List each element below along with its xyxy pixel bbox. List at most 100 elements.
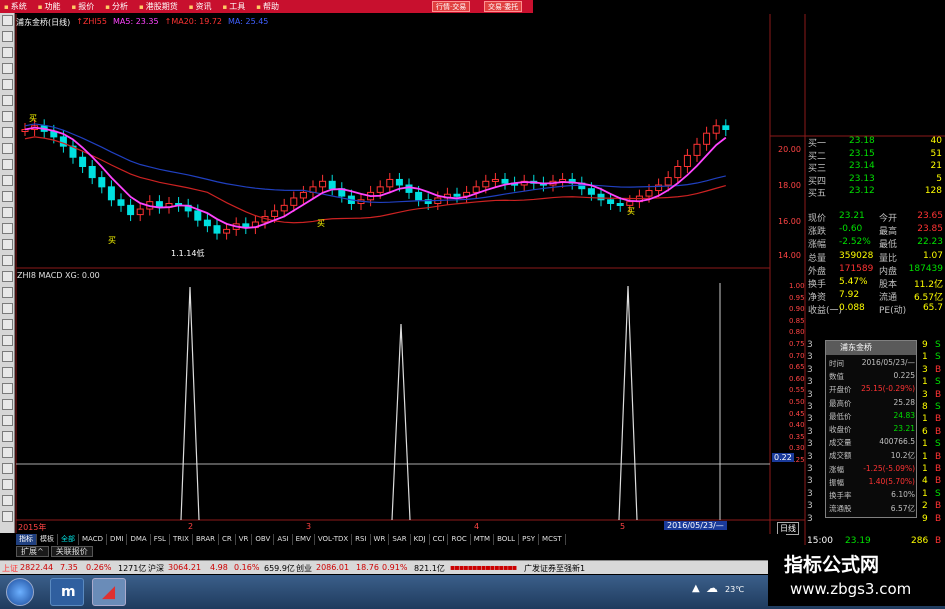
indicator-tab-模板[interactable]: 模板 xyxy=(37,534,58,545)
tick-cell: 8 xyxy=(922,402,928,412)
quote-row: 涨幅 -2.52% 最低 22.23 xyxy=(805,237,945,250)
order-book-row[interactable]: 买一 23.18 40 xyxy=(805,136,945,149)
indicator-tabs: 指标 模板 全部 MACD DMI DMA FSL TRIX BRAR CR VR OBV ASI EMV… xyxy=(16,534,786,545)
taskbar-app-stock-icon[interactable]: ◢ xyxy=(92,578,126,606)
indicator-tab-roc[interactable]: ROC xyxy=(448,534,471,545)
hs-label: 沪深 xyxy=(148,564,164,573)
hs-percent: 0.16% xyxy=(234,563,260,572)
candle-body xyxy=(194,210,202,221)
indicator-tab-指标[interactable]: 指标 xyxy=(16,534,37,545)
tick-cell: B xyxy=(935,451,942,462)
sh-value: 2822.44 xyxy=(20,563,54,572)
candle-body xyxy=(203,219,211,227)
indicator-tab-boll[interactable]: BOLL xyxy=(494,534,520,545)
indicator-tab-dmi[interactable]: DMI xyxy=(107,534,128,545)
quote-label: PE(动) xyxy=(879,306,907,317)
tick-cell: 3 xyxy=(807,451,813,462)
tick-cell: S xyxy=(935,488,941,499)
tick-cell: B xyxy=(935,464,942,474)
indicator-tab-vol-tdx[interactable]: VOL-TDX xyxy=(315,534,353,545)
quote-label: 今开 xyxy=(879,214,898,224)
quote-row: 涨跌 -0.60 最高 23.85 xyxy=(805,224,945,237)
tick-cell: 1 xyxy=(922,451,928,462)
popup-title[interactable]: 浦东金桥 xyxy=(826,341,916,355)
candlestick-series xyxy=(21,119,730,240)
indicator-tab-cci[interactable]: CCI xyxy=(430,534,449,545)
indicator-tab-asi[interactable]: ASI xyxy=(274,534,293,545)
tab-related-quote[interactable]: 关联报价 xyxy=(50,546,93,557)
candle-body xyxy=(136,208,144,216)
indicator-tab-wr[interactable]: WR xyxy=(371,534,390,545)
tab-extend[interactable]: 扩展^ xyxy=(16,546,49,557)
buy-annotation: 买 xyxy=(29,114,37,123)
popup-value: 24.83 xyxy=(893,410,915,420)
candle-body xyxy=(271,210,279,217)
quote-label: 外盘 xyxy=(808,266,827,277)
weather-cloud-icon[interactable]: ☁ xyxy=(706,581,718,595)
indicator-tab-obv[interactable]: OBV xyxy=(252,534,275,545)
sh-change: 7.35 xyxy=(60,563,78,572)
tick-cell: 3 xyxy=(807,352,813,363)
candle-body xyxy=(386,178,394,188)
order-qty: 21 xyxy=(930,161,942,172)
order-level-label: 买一 xyxy=(808,139,827,149)
indicator-tab-sar[interactable]: SAR xyxy=(389,534,411,545)
time-tick: 2 xyxy=(188,522,194,531)
ma-blue-label: MA: 25.45 xyxy=(228,17,269,26)
buy-annotation: 买 xyxy=(627,207,635,216)
sub-axis-highlight: 0.22 xyxy=(772,453,794,462)
quote-value: 187439 xyxy=(908,263,943,274)
indicator-tab-rsi[interactable]: RSI xyxy=(352,534,371,545)
indicator-tab-mtm[interactable]: MTM xyxy=(471,534,495,545)
tick-cell: B xyxy=(935,513,942,524)
order-book-row[interactable]: 买四 23.13 5 xyxy=(805,174,945,187)
tick-cell: 9 xyxy=(922,340,928,350)
indicator-tab-kdj[interactable]: KDJ xyxy=(411,534,430,545)
order-book-row[interactable]: 买二 23.15 51 xyxy=(805,149,945,162)
popup-value: 10.2亿 xyxy=(890,451,915,461)
quote-value: -0.60 xyxy=(839,224,863,235)
indicator-tab-psy[interactable]: PSY xyxy=(519,534,540,545)
indicator-tab-macd[interactable]: MACD xyxy=(79,534,107,545)
candle-body xyxy=(607,199,615,205)
data-popup[interactable]: 浦东金桥 时间 2016/05/23/— 数值 0.225 开盘价 25.15(-0.29… xyxy=(825,340,917,518)
start-button[interactable] xyxy=(6,578,34,606)
ma-blue-line xyxy=(24,123,726,204)
broker-name: 广发证券至强新1 xyxy=(524,564,586,573)
tick-cell: B xyxy=(935,476,942,487)
sh-label: 上证 xyxy=(2,564,18,573)
indicator-tab-cr[interactable]: CR xyxy=(219,534,236,545)
chart-header: 浦东金桥(日线) ↑ZHI55 MA5: 23.35 ↑MA20: 19.72 … xyxy=(16,17,268,29)
candle-body xyxy=(693,143,701,156)
indicator-tab-vr[interactable]: VR xyxy=(236,534,253,545)
popup-row: 流通股 6.57亿 xyxy=(826,503,918,515)
indicator-tab-emv[interactable]: EMV xyxy=(293,534,315,545)
taskbar-app-maxthon-icon[interactable]: m xyxy=(50,578,84,606)
quote-value: 6.57亿 xyxy=(913,293,943,304)
indicator-tab-brar[interactable]: BRAR xyxy=(193,534,219,545)
order-level-label: 买四 xyxy=(808,176,827,187)
sub-chart-title: ZHI8 MACD XG: 0.00 xyxy=(17,271,100,280)
order-book-row[interactable]: 买三 23.14 21 xyxy=(805,161,945,174)
popup-row: 涨幅 -1.25(-5.09%) xyxy=(826,464,918,476)
indicator-tab-trix[interactable]: TRIX xyxy=(170,534,193,545)
indicator-tab-mcst[interactable]: MCST xyxy=(539,534,566,545)
quote-label: 最高 xyxy=(879,227,898,238)
indicator-tab-全部[interactable]: 全部 xyxy=(58,534,79,545)
candle-body xyxy=(626,201,634,206)
tick-cell: 4 xyxy=(922,476,928,487)
order-book-row[interactable]: 买五 23.12 128 xyxy=(805,186,945,199)
candle-body xyxy=(674,166,682,179)
tick-cell: 3 xyxy=(807,501,813,512)
popup-row: 成交额 10.2亿 xyxy=(826,450,918,462)
cy-value: 2086.01 xyxy=(316,563,350,572)
extension-tabs: 扩展^ 关联报价 xyxy=(16,546,95,557)
indicator-tab-dma[interactable]: DMA xyxy=(127,534,151,545)
indicator-tab-fsl[interactable]: FSL xyxy=(151,534,170,545)
candle-body xyxy=(712,125,720,134)
signal-spike xyxy=(391,323,411,521)
tray-up-icon[interactable]: ▲ xyxy=(692,583,700,594)
quote-label: 换手 xyxy=(808,280,827,290)
tick-cell: 3 xyxy=(807,513,813,524)
popup-key: 振幅 xyxy=(829,477,844,487)
